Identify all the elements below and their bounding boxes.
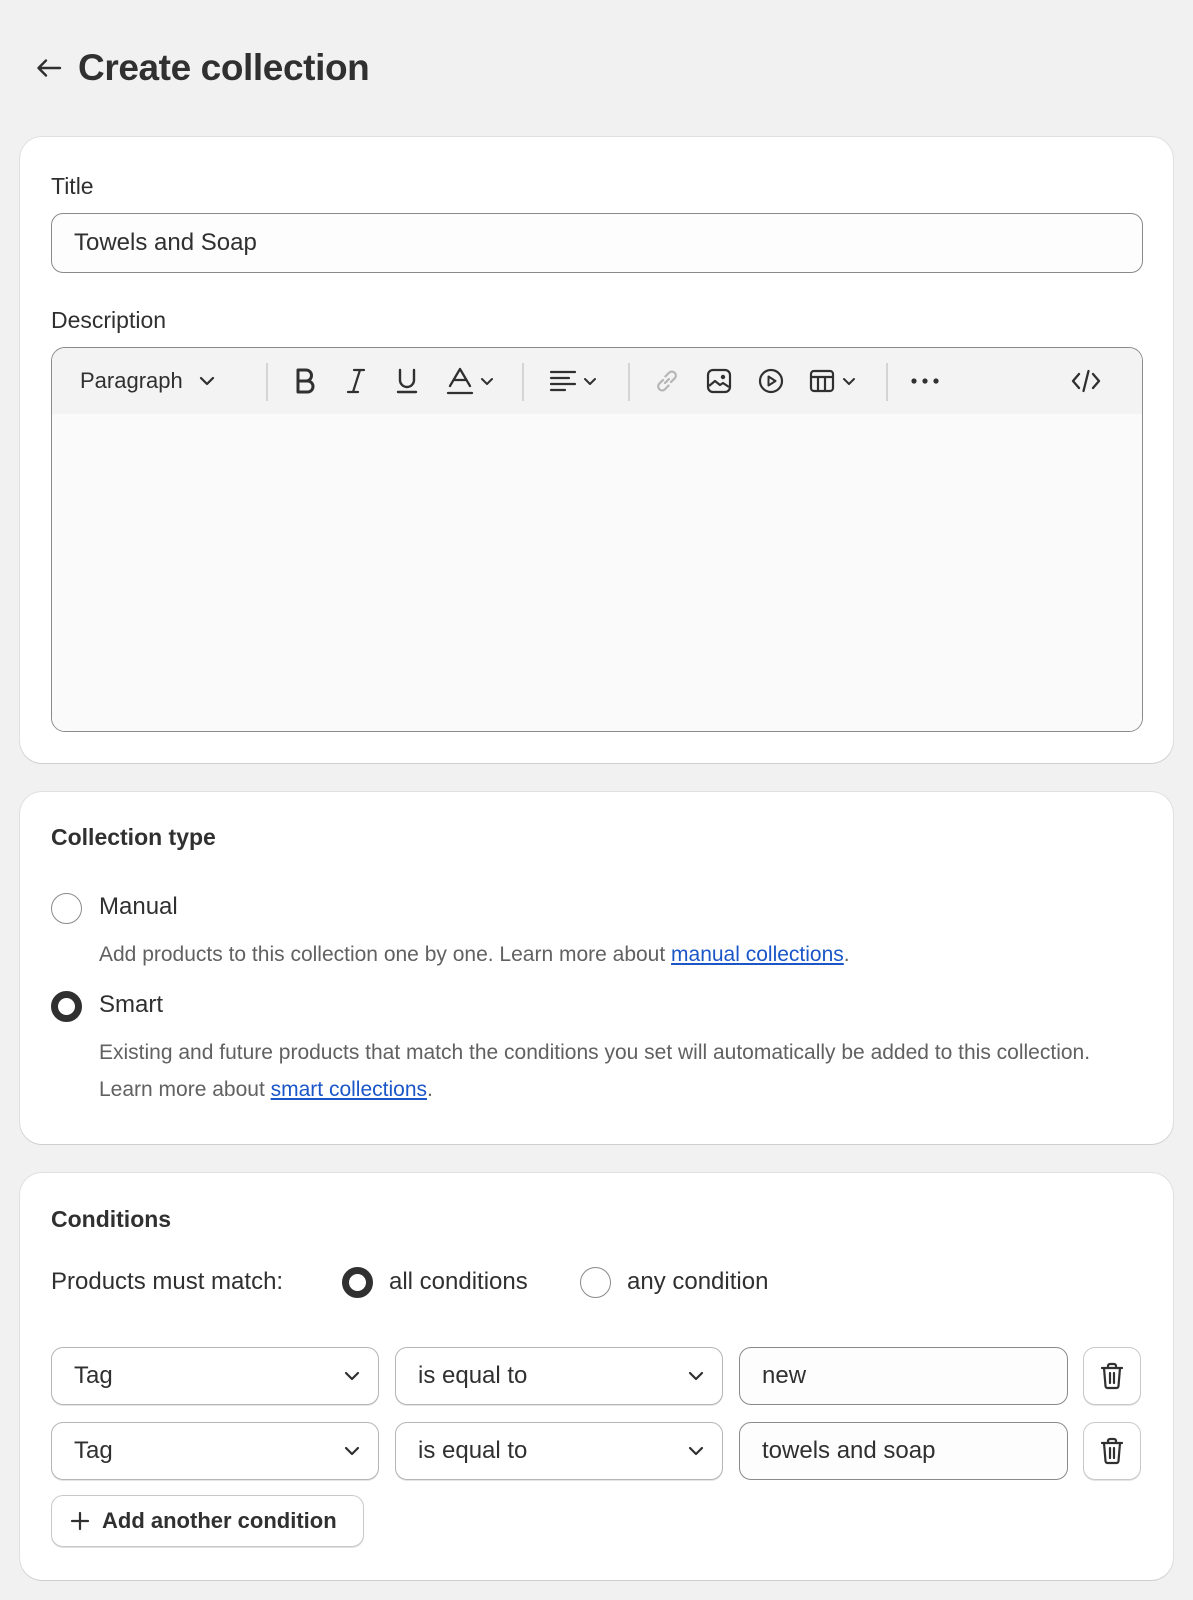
add-condition-button[interactable]: Add another condition	[51, 1495, 364, 1547]
chevron-down-icon	[344, 1371, 360, 1381]
plus-icon	[70, 1511, 90, 1531]
trash-icon	[1100, 1362, 1124, 1390]
link-icon[interactable]	[650, 348, 684, 414]
match-all-radio[interactable]	[342, 1267, 373, 1298]
condition-operator-value: is equal to	[418, 1437, 528, 1464]
match-all-label[interactable]: all conditions	[389, 1268, 528, 1296]
conditions-card: Conditions Products must match: all cond…	[20, 1173, 1173, 1580]
chevron-down-icon	[843, 377, 855, 385]
manual-help-suffix: .	[843, 943, 850, 966]
collection-type-card: Collection type Manual Add products to t…	[20, 792, 1173, 1144]
chevron-down-icon	[584, 377, 596, 385]
text-align-button[interactable]	[544, 348, 602, 414]
manual-radio-label[interactable]: Manual	[99, 893, 178, 921]
back-arrow-icon[interactable]	[32, 51, 66, 85]
chevron-down-icon	[688, 1371, 704, 1381]
editor-toolbar: Paragraph	[52, 348, 1142, 414]
manual-help-text: Add products to this collection one by o…	[99, 936, 1139, 973]
text-color-button[interactable]	[442, 348, 498, 414]
smart-help-text: Existing and future products that match …	[99, 1034, 1139, 1108]
description-label: Description	[51, 307, 167, 333]
bold-icon[interactable]	[288, 348, 322, 414]
condition-field-select[interactable]: Tag	[51, 1347, 379, 1405]
match-label: Products must match:	[51, 1268, 284, 1295]
page-title: Create collection	[78, 47, 370, 88]
create-collection-page: Create collection Title Towels and Soap …	[0, 0, 1193, 1600]
condition-field-select[interactable]: Tag	[51, 1422, 379, 1480]
details-card: Title Towels and Soap Description Paragr…	[20, 137, 1173, 763]
trash-icon	[1100, 1437, 1124, 1465]
video-icon[interactable]	[754, 348, 788, 414]
align-left-icon	[549, 370, 577, 392]
toolbar-divider	[522, 363, 524, 401]
smart-radio[interactable]	[51, 991, 82, 1022]
condition-value-input[interactable]: towels and soap	[739, 1422, 1068, 1480]
text-color-icon	[446, 367, 474, 395]
more-options-icon[interactable]	[908, 348, 942, 414]
smart-help-prefix: Existing and future products that match …	[99, 1041, 1091, 1101]
paragraph-format-label: Paragraph	[80, 368, 183, 393]
underline-icon[interactable]	[390, 348, 424, 414]
toolbar-divider	[628, 363, 630, 401]
condition-field-value: Tag	[74, 1437, 113, 1464]
table-button[interactable]	[804, 348, 860, 414]
description-editor: Paragraph	[51, 347, 1143, 732]
manual-help-prefix: Add products to this collection one by o…	[99, 943, 672, 966]
conditions-heading: Conditions	[51, 1206, 172, 1232]
page-header: Create collection	[32, 44, 370, 92]
toolbar-divider	[266, 363, 268, 401]
chevron-down-icon	[481, 377, 493, 385]
delete-condition-button[interactable]	[1083, 1347, 1141, 1405]
match-any-label[interactable]: any condition	[627, 1268, 768, 1296]
title-label: Title	[51, 173, 94, 199]
chevron-down-icon	[199, 376, 214, 386]
smart-help-suffix: .	[427, 1078, 433, 1101]
add-condition-label: Add another condition	[102, 1508, 337, 1533]
condition-field-value: Tag	[74, 1362, 113, 1389]
code-view-icon[interactable]	[1068, 348, 1104, 414]
description-editor-body[interactable]	[52, 414, 1142, 731]
collection-type-heading: Collection type	[51, 824, 216, 850]
smart-radio-label[interactable]: Smart	[99, 991, 163, 1019]
manual-collections-link[interactable]: manual collections	[671, 943, 844, 966]
title-input[interactable]: Towels and Soap	[51, 213, 1143, 273]
smart-collections-link[interactable]: smart collections	[271, 1078, 427, 1101]
match-any-radio[interactable]	[580, 1267, 611, 1298]
chevron-down-icon	[344, 1446, 360, 1456]
condition-operator-value: is equal to	[418, 1362, 528, 1389]
italic-icon[interactable]	[339, 348, 373, 414]
image-icon[interactable]	[702, 348, 736, 414]
table-icon	[809, 369, 835, 393]
condition-value-input[interactable]: new	[739, 1347, 1068, 1405]
toolbar-divider	[886, 363, 888, 401]
condition-operator-select[interactable]: is equal to	[395, 1422, 723, 1480]
manual-radio[interactable]	[51, 893, 82, 924]
condition-operator-select[interactable]: is equal to	[395, 1347, 723, 1405]
chevron-down-icon	[688, 1446, 704, 1456]
paragraph-format-select[interactable]: Paragraph	[80, 348, 215, 414]
delete-condition-button[interactable]	[1083, 1422, 1141, 1480]
